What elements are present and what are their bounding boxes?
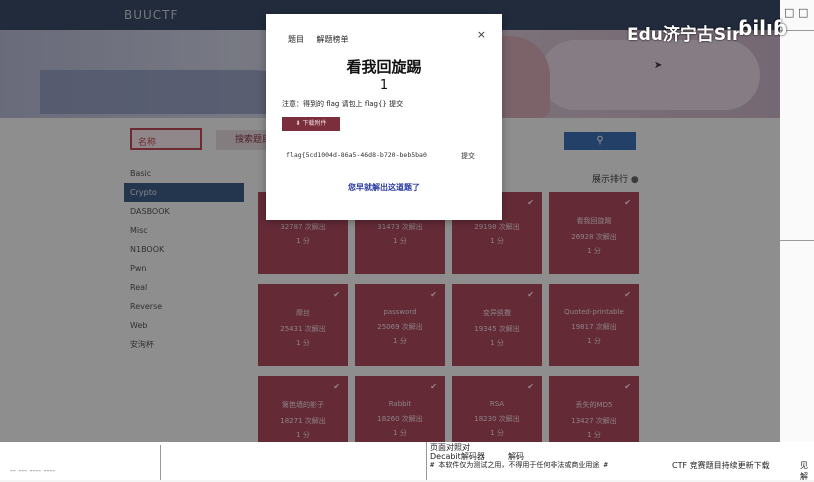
cursor-icon: ➤ [654, 60, 663, 71]
bilibili-logo: ɓilıɓ [738, 16, 788, 40]
divider [426, 442, 427, 480]
dash-text: -- --- ---- ---- [10, 466, 56, 475]
download-icon: ⬇ [295, 120, 301, 127]
challenge-title: 看我回旋踢 [346, 58, 422, 76]
challenge-modal: 题目 解题榜单 × 看我回旋踢 1 注意：得到的 flag 请包上 flag{}… [266, 14, 502, 220]
divider [780, 240, 814, 241]
bottom-note: 见解 [800, 461, 808, 481]
maximize-window-icon[interactable]: □ [798, 6, 808, 19]
modal-tabs: 题目 解题榜单 [288, 34, 359, 45]
right-gutter: □ □ [780, 0, 814, 442]
divider [160, 445, 161, 480]
challenge-score: 1 [379, 78, 389, 93]
bottom-strip: -- --- ---- ---- 页面对照对 Decabit解码器 解码 # 本… [0, 442, 814, 481]
solved-message: 您早就解出这道题了 [348, 183, 420, 192]
disclaimer-text: # 本软件仅为测试之用，不得用于任何非法或商业用途 # [430, 461, 608, 469]
tab-challenge[interactable]: 题目 [288, 34, 304, 45]
submit-button[interactable]: 提交 [461, 151, 475, 161]
video-watermark: Edu济宁古Sir [627, 25, 741, 45]
close-icon[interactable]: × [477, 28, 486, 41]
attachment-label: 下载附件 [302, 120, 327, 127]
tab-solves[interactable]: 解题榜单 [317, 34, 349, 45]
flag-note: 注意：得到的 flag 请包上 flag{} 提交 [282, 100, 404, 108]
ctf-download-link[interactable]: CTF 竞赛题目持续更新下载 [672, 460, 770, 471]
download-attachment-button[interactable]: ⬇ 下载附件 [282, 117, 340, 131]
flag-input[interactable]: flag{5cd1004d-86a5-46d8-b720-beb5ba0 [286, 151, 427, 159]
